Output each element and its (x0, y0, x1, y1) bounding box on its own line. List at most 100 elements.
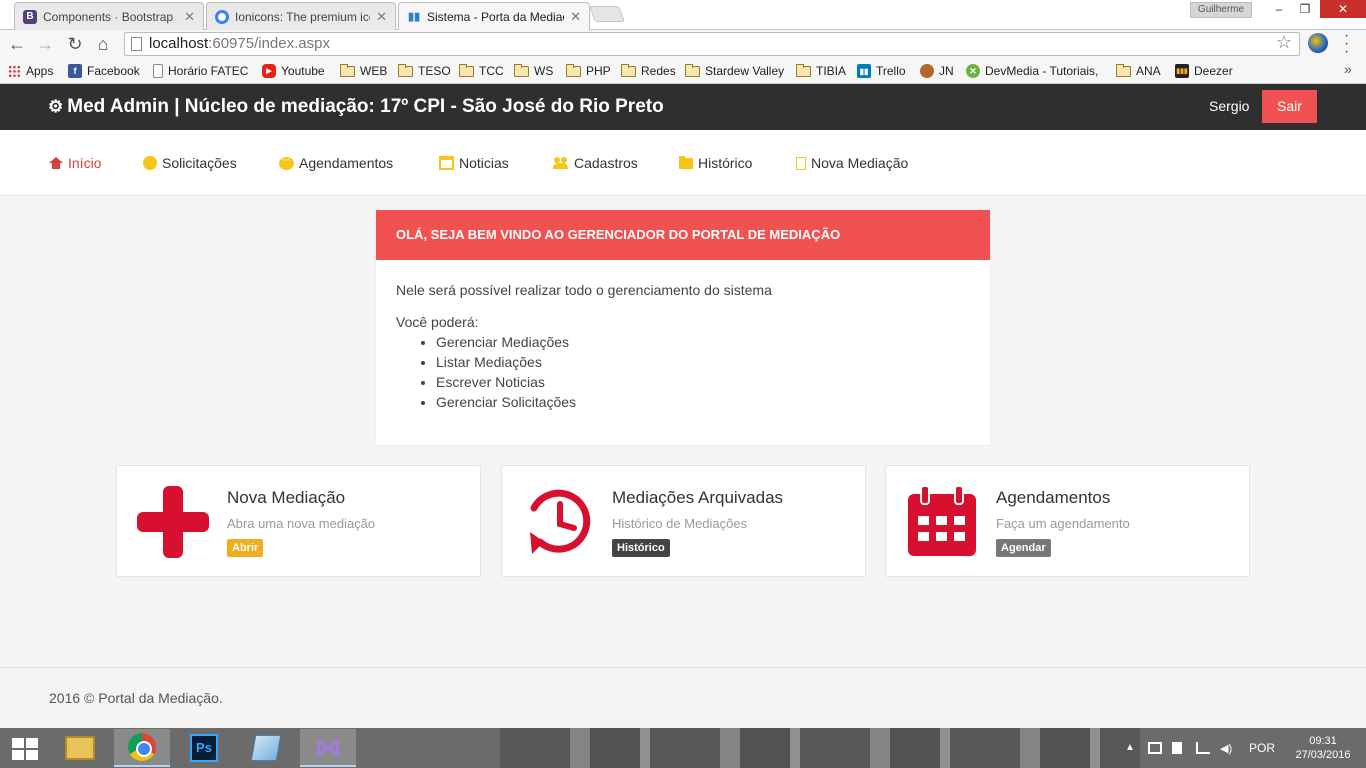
logout-button[interactable]: Sair (1262, 90, 1317, 123)
nav-label: Noticias (459, 155, 509, 171)
nav-item-nova-mediacao[interactable]: Nova Mediação (796, 154, 908, 172)
folder-icon (679, 155, 693, 169)
battery-icon[interactable] (1172, 742, 1182, 754)
open-button[interactable]: Abrir (227, 539, 264, 557)
visual-studio-icon: ⋈ (315, 732, 341, 762)
bookmark-folder-php[interactable]: PHP (566, 62, 611, 80)
taskbar-notepad[interactable] (238, 729, 294, 767)
window-close-icon[interactable]: ✕ (1320, 0, 1366, 18)
welcome-heading: OLÁ, SEJA BEM VINDO AO GERENCIADOR DO PO… (376, 210, 990, 260)
welcome-lead: Você poderá: (396, 314, 479, 330)
tray-overflow-icon[interactable]: ▲ (1125, 742, 1139, 754)
gear-icon: ⚙ (48, 97, 64, 116)
history-button[interactable]: Histórico (612, 539, 670, 557)
bookmark-label: JN (939, 64, 954, 78)
page-icon (131, 37, 142, 51)
browser-menu-icon[interactable]: · · · (1344, 28, 1349, 60)
card-agendamentos[interactable]: Agendamentos Faça um agendamento Agendar (885, 465, 1250, 577)
url-host: localhost (149, 35, 209, 52)
home-icon[interactable]: ⌂ (92, 33, 114, 55)
system-clock[interactable]: 09:31 27/03/2016 (1288, 734, 1358, 762)
browser-tab-active[interactable]: ▮▮ Sistema - Porta da Mediação ✕ (398, 2, 590, 30)
bookmark-horario[interactable]: Horário FATEC (153, 62, 248, 80)
browser-tab[interactable]: Ionicons: The premium icon ✕ (206, 2, 396, 30)
deezer-icon: ▮▮▮ (1175, 64, 1189, 78)
nav-item-solicitacoes[interactable]: Solicitações (143, 154, 237, 172)
new-tab-button[interactable] (589, 6, 625, 22)
bookmark-devmedia[interactable]: ✕ DevMedia - Tutoriais, (966, 62, 1098, 80)
bookmark-jn[interactable]: JN (920, 62, 954, 80)
folder-icon (621, 63, 636, 77)
card-title: Nova Mediação (227, 488, 346, 507)
jn-icon (920, 64, 934, 78)
network-icon[interactable] (1148, 742, 1162, 754)
bookmark-folder-tcc[interactable]: TCC (459, 62, 504, 80)
back-icon[interactable]: ← (6, 33, 28, 55)
bookmark-folder-tibia[interactable]: TIBIA (796, 62, 846, 80)
card-mediacoes-arquivadas[interactable]: Mediações Arquivadas Histórico de Mediaç… (501, 465, 866, 577)
browser-tab[interactable]: B Components · Bootstrap ✕ (14, 2, 204, 30)
reload-icon[interactable]: ↻ (64, 33, 86, 55)
browser-toolbar: ← → ↻ ⌂ localhost:60975/index.aspx (0, 30, 1366, 58)
close-icon[interactable]: ✕ (570, 9, 581, 25)
bookmark-label: TESO (418, 64, 451, 78)
card-nova-mediacao[interactable]: Nova Mediação Abra uma nova mediação Abr… (116, 465, 481, 577)
nav-label: Nova Mediação (811, 155, 909, 171)
bookmark-folder-teso[interactable]: TESO (398, 62, 451, 80)
taskbar-chrome[interactable] (114, 729, 170, 767)
bookmark-folder-ws[interactable]: WS (514, 62, 553, 80)
bookmark-label: Facebook (87, 64, 140, 78)
bookmark-label: TCC (479, 64, 504, 78)
brand[interactable]: ⚙ Med Admin | Núcleo de mediação: 17º CPI… (48, 96, 664, 118)
bookmarks-overflow-icon[interactable]: » (1344, 61, 1352, 77)
bookmark-trello[interactable]: ▮▮ Trello (857, 62, 906, 80)
language-indicator[interactable]: POR (1249, 728, 1275, 768)
maximize-icon[interactable]: ❐ (1292, 0, 1318, 18)
bookmark-folder-ana[interactable]: ANA (1116, 62, 1161, 80)
bookmark-folder-web[interactable]: WEB (340, 62, 387, 80)
nav-item-cadastros[interactable]: Cadastros (553, 154, 638, 172)
bookmark-folder-redes[interactable]: Redes (621, 62, 676, 80)
card-title: Agendamentos (996, 488, 1111, 507)
signal-icon[interactable] (1196, 742, 1210, 754)
facebook-icon: f (68, 64, 82, 78)
folder-icon (566, 63, 581, 77)
nav-item-inicio[interactable]: Início (49, 154, 101, 172)
schedule-button[interactable]: Agendar (996, 539, 1051, 557)
bookmark-label: Youtube (281, 64, 325, 78)
bookmark-apps[interactable]: Apps (8, 62, 53, 80)
current-user: Sergio (1209, 98, 1250, 114)
bookmark-star-icon[interactable]: ☆ (1276, 32, 1292, 53)
taskbar-photoshop[interactable]: Ps (176, 729, 232, 767)
folder-icon (459, 63, 474, 77)
welcome-intro: Nele será possível realizar todo o geren… (396, 282, 772, 298)
taskbar-explorer[interactable] (52, 729, 108, 767)
bookmark-folder-stardew[interactable]: Stardew Valley (685, 62, 784, 80)
file-explorer-icon (65, 736, 95, 760)
close-icon[interactable]: ✕ (376, 9, 387, 25)
bookmark-label: PHP (586, 64, 611, 78)
nav-label: Solicitações (162, 155, 237, 171)
footer: 2016 © Portal da Mediação. (0, 667, 1366, 728)
address-bar[interactable]: localhost:60975/index.aspx (124, 32, 1300, 56)
nav-item-noticias[interactable]: Noticias (439, 154, 509, 172)
tab-title: Components · Bootstrap (43, 9, 174, 24)
windows-start-icon[interactable] (12, 738, 38, 760)
taskbar-visual-studio[interactable]: ⋈ (300, 729, 356, 767)
apps-grid-icon (8, 64, 21, 78)
bookmark-youtube[interactable]: ▶ Youtube (262, 62, 325, 80)
volume-icon[interactable]: ◀) (1220, 742, 1234, 755)
minimize-icon[interactable]: – (1266, 0, 1292, 18)
tab-title: Sistema - Porta da Mediação (427, 9, 564, 24)
close-icon[interactable]: ✕ (184, 9, 195, 25)
extension-icon[interactable] (1308, 33, 1328, 53)
nav-item-historico[interactable]: Histórico (679, 154, 752, 172)
forward-icon[interactable]: → (34, 33, 56, 55)
nav-item-agendamentos[interactable]: Agendamentos (279, 152, 393, 172)
bookmark-facebook[interactable]: f Facebook (68, 62, 140, 80)
clock-date: 27/03/2016 (1295, 749, 1351, 761)
users-icon (553, 157, 569, 169)
history-icon (530, 489, 591, 554)
window-user-badge[interactable]: Guilherme (1190, 2, 1252, 18)
bookmark-deezer[interactable]: ▮▮▮ Deezer (1175, 62, 1233, 80)
